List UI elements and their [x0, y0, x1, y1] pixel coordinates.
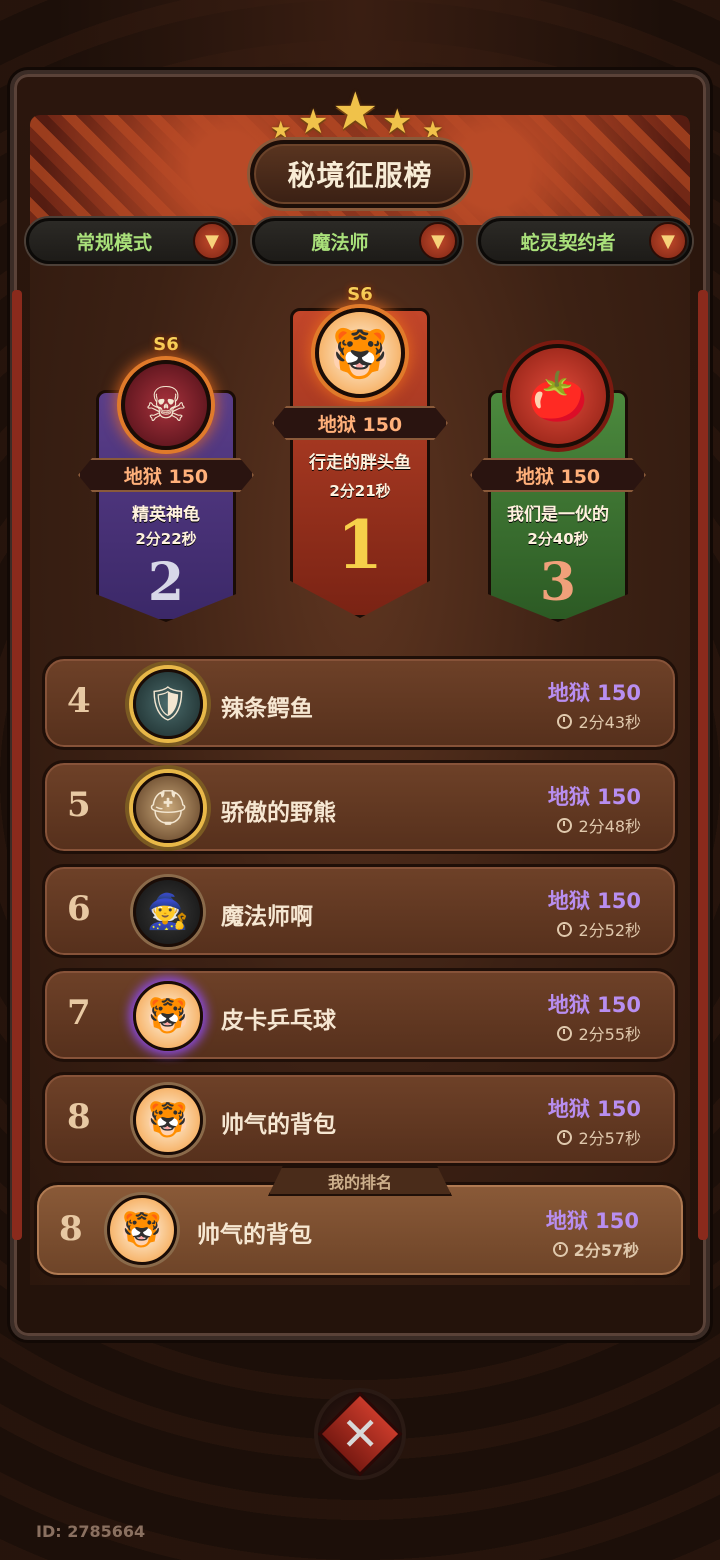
helmet-knight-avatar-icon: ⛑ — [133, 773, 203, 843]
clear-time: 2分55秒 — [557, 1021, 641, 1045]
clear-time-value: 2分55秒 — [578, 1025, 641, 1044]
chevron-down-icon[interactable]: ▼ — [649, 222, 687, 260]
clear-time: 2分52秒 — [557, 917, 641, 941]
difficulty-label: 地狱 150 — [547, 889, 641, 913]
star-rating-decoration: ★ ★ ★ ★ ★ — [270, 82, 450, 144]
knight-avatar-icon: 🛡 — [133, 669, 203, 739]
podium-rank-1[interactable]: S6 🐯 地狱 150 行走的胖头鱼 2分21秒 1 — [272, 278, 448, 618]
clock-icon — [557, 1129, 573, 1145]
clear-time: 2分43秒 — [557, 709, 641, 733]
difficulty-plate: 地狱 150 — [272, 406, 448, 440]
clear-time-value: 2分43秒 — [578, 713, 641, 732]
star-icon: ★ — [332, 82, 379, 142]
difficulty-plate: 地狱 150 — [78, 458, 254, 492]
purple-flame-tiger-avatar-icon: 🐯 — [133, 981, 203, 1051]
title-plate: 秘境征服榜 — [250, 140, 470, 208]
panel-right-trim — [698, 290, 708, 1240]
clear-time: 2分48秒 — [557, 813, 641, 837]
close-button[interactable]: ✕ — [314, 1388, 406, 1480]
podium-rank-3[interactable]: 🍅 地狱 150 我们是一伙的 2分40秒 3 — [470, 330, 646, 630]
clear-time: 2分21秒 — [329, 482, 391, 500]
tiger-avatar-icon: 🐯 — [107, 1195, 177, 1265]
leaderboard-row[interactable]: 6 🧙 魔法师啊 地狱 150 2分52秒 — [42, 864, 678, 958]
rank-number: 1 — [337, 506, 383, 584]
leaderboard-row[interactable]: 4 🛡 辣条鳄鱼 地狱 150 2分43秒 — [42, 656, 678, 750]
star-icon: ★ — [298, 102, 329, 142]
my-rank-row[interactable]: 8 🐯 帅气的背包 地狱 150 2分57秒 — [34, 1182, 686, 1278]
difficulty-label: 地狱 150 — [547, 1097, 641, 1121]
clock-icon — [552, 1241, 568, 1257]
tomato-tiger-avatar-icon: 🍅 — [506, 344, 610, 448]
rank-number: 8 — [67, 1097, 91, 1137]
player-name: 我们是一伙的 — [507, 505, 609, 525]
player-name: 精英神龟 — [132, 505, 200, 525]
player-name: 骄傲的野熊 — [221, 800, 336, 826]
chevron-down-icon[interactable]: ▼ — [419, 222, 457, 260]
user-id: ID: 2785664 — [36, 1522, 146, 1541]
difficulty-label: 地狱 150 — [547, 993, 641, 1017]
leaderboard-row[interactable]: 8 🐯 帅气的背包 地狱 150 2分57秒 — [42, 1072, 678, 1166]
clear-time: 2分57秒 — [552, 1237, 639, 1261]
tiger-avatar-icon: 🐯 — [133, 1085, 203, 1155]
panel-left-trim — [12, 290, 22, 1240]
clear-time: 2分40秒 — [527, 530, 589, 548]
rank-number: 6 — [67, 889, 91, 929]
chevron-down-icon[interactable]: ▼ — [193, 222, 231, 260]
subclass-filter-dropdown[interactable]: 蛇灵契约者 ▼ — [478, 218, 692, 264]
clear-time-value: 2分48秒 — [578, 817, 641, 836]
player-name: 魔法师啊 — [221, 904, 313, 930]
clear-time: 2分22秒 — [135, 530, 197, 548]
clear-time-value: 2分52秒 — [578, 921, 641, 940]
rank-number: 7 — [67, 993, 91, 1033]
rank-number: 3 — [539, 552, 577, 613]
my-rank-tag: 我的排名 — [268, 1166, 452, 1196]
tiger-avatar-icon: 🐯 — [315, 308, 405, 398]
season-badge: S6 — [347, 284, 373, 305]
clear-time-value: 2分57秒 — [573, 1241, 639, 1260]
player-name: 辣条鳄鱼 — [221, 696, 313, 722]
rank-number: 5 — [67, 785, 91, 825]
mode-filter-dropdown[interactable]: 常规模式 ▼ — [26, 218, 236, 264]
player-name: 皮卡乒乓球 — [221, 1008, 336, 1034]
difficulty-label: 地狱 150 — [545, 1209, 639, 1233]
demon-avatar-icon: ☠ — [121, 360, 211, 450]
difficulty-label: 地狱 150 — [547, 681, 641, 705]
clock-icon — [557, 921, 573, 937]
clear-time-value: 2分57秒 — [578, 1129, 641, 1148]
leaderboard-row[interactable]: 5 ⛑ 骄傲的野熊 地狱 150 2分48秒 — [42, 760, 678, 854]
rank-number: 2 — [147, 552, 185, 613]
rank-number: 4 — [67, 681, 91, 721]
difficulty-plate: 地狱 150 — [470, 458, 646, 492]
page-title: 秘境征服榜 — [287, 159, 433, 192]
clock-icon — [557, 713, 573, 729]
clock-icon — [557, 1025, 573, 1041]
clear-time: 2分57秒 — [557, 1125, 641, 1149]
star-icon: ★ — [382, 102, 413, 142]
clock-icon — [557, 817, 573, 833]
hooded-mage-avatar-icon: 🧙 — [133, 877, 203, 947]
podium-rank-2[interactable]: S6 ☠ 地狱 150 精英神龟 2分22秒 2 — [78, 330, 254, 630]
class-filter-dropdown[interactable]: 魔法师 ▼ — [252, 218, 462, 264]
close-icon: ✕ — [317, 1391, 403, 1477]
player-name: 帅气的背包 — [197, 1222, 312, 1248]
difficulty-label: 地狱 150 — [547, 785, 641, 809]
rank-number: 8 — [59, 1209, 83, 1249]
season-badge: S6 — [153, 334, 179, 355]
player-name: 帅气的背包 — [221, 1112, 336, 1138]
leaderboard-row[interactable]: 7 🐯 皮卡乒乓球 地狱 150 2分55秒 — [42, 968, 678, 1062]
player-name: 行走的胖头鱼 — [309, 453, 411, 473]
